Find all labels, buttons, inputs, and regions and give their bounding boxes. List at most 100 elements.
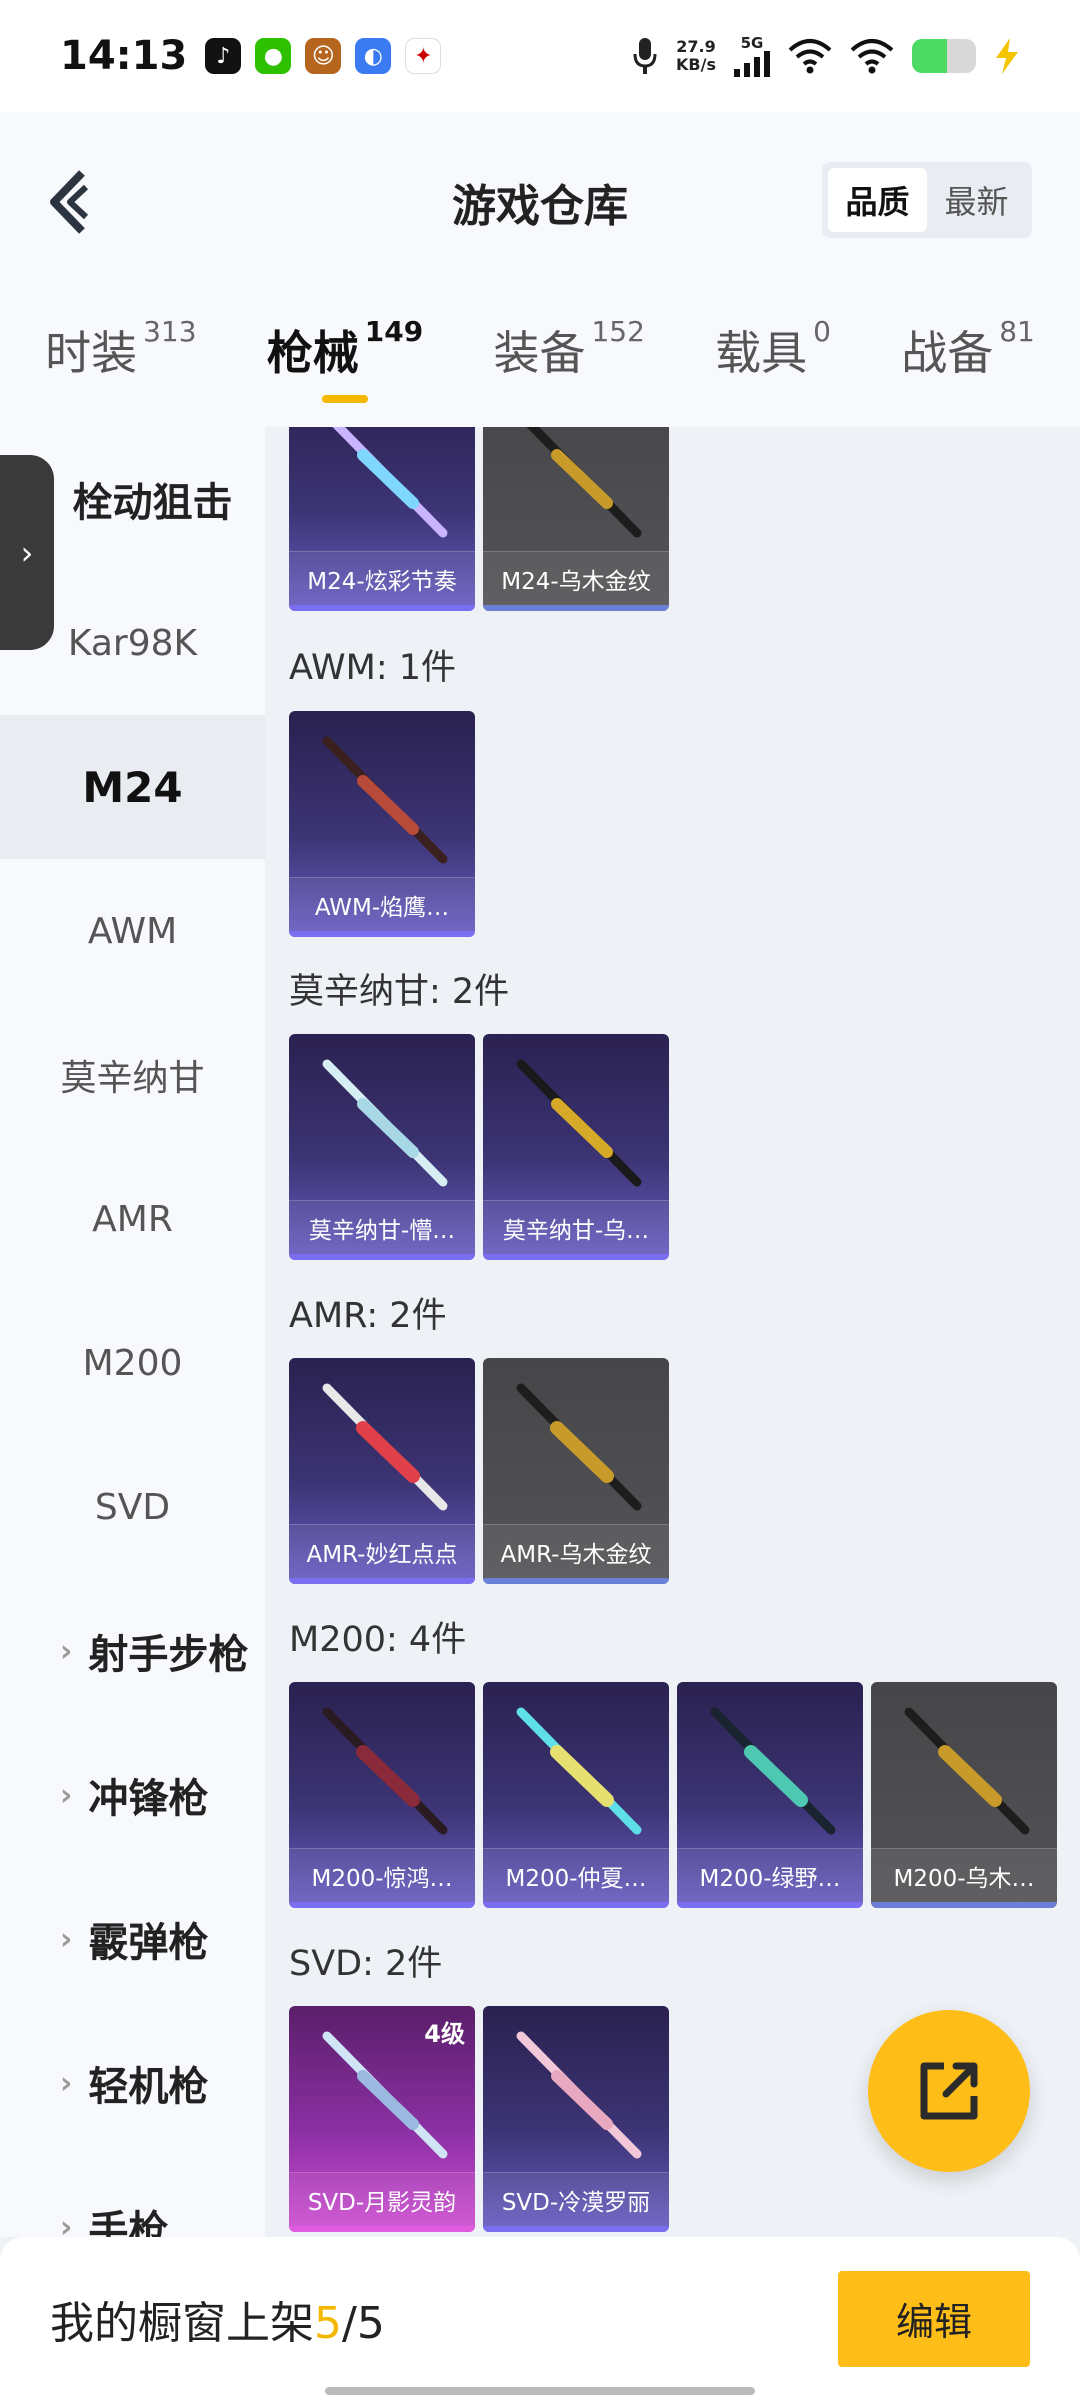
weapon-name: 莫辛纳甘-懵… [289,1200,475,1254]
quality-bar [483,2226,669,2232]
chevron-right-icon: › [60,1921,73,1957]
sidebar-item-mosin[interactable]: 莫辛纳甘 [0,1003,265,1147]
rifle-image [516,1059,642,1187]
sidebar-item-m24[interactable]: M24 [0,715,265,859]
sidebar-item-amr[interactable]: AMR [0,1147,265,1291]
sidebar-item-m200[interactable]: M200 [0,1291,265,1435]
sidebar-item-label: 霰弹枪 [88,1920,209,1966]
weapon-card[interactable]: M24-炫彩节奏 [289,427,475,611]
weapon-name: AMR-妙红点点 [289,1524,475,1578]
sidebar-group-dmr[interactable]: › 射手步枪 [0,1579,265,1723]
sort-newest-option[interactable]: 最新 [927,168,1026,232]
rifle-image [516,1383,642,1511]
net-speed-unit: KB/s [676,55,716,74]
sidebar-group-shotgun[interactable]: › 霰弹枪 [0,1867,265,2011]
sidebar-group-lmg[interactable]: › 轻机枪 [0,2011,265,2155]
weapon-type-sidebar: 栓动狙击 Kar98K M24 AWM 莫辛纳甘 AMR M200 SVD › 射… [0,427,265,2237]
wechat-icon: ● [255,38,292,74]
quality-bar [677,1902,863,1908]
section-title-svd: SVD: 2件 [289,1944,443,1984]
level-badge: 4级 [424,2020,465,2048]
mic-icon [633,38,657,74]
sidebar-group-smg[interactable]: › 冲锋枪 [0,1723,265,1867]
notification-icons: ♪ ● ☺ ◐ ✦ [205,38,442,74]
quality-bar [871,1902,1057,1908]
share-button[interactable] [868,2010,1030,2172]
showcase-current: 5 [314,2297,342,2349]
weapon-name: SVD-冷漠罗丽 [483,2172,669,2226]
game-logo-icon: ✦ [405,38,442,74]
edit-button[interactable]: 编辑 [838,2270,1030,2367]
quality-bar [289,931,475,937]
sidebar-item-label: SVD [94,1486,171,1528]
weapon-card[interactable]: M200-仲夏… [483,1682,669,1908]
cellular-indicator: 5G [734,33,770,77]
weapon-card[interactable]: 莫辛纳甘-懵… [289,1034,475,1260]
weapon-card[interactable]: AMR-妙红点点 [289,1358,475,1584]
weapon-name: M24-炫彩节奏 [289,551,475,605]
status-time: 14:13 [60,33,188,79]
weapon-grid: M24-炫彩节奏 M24-乌木金纹 AWM: 1件 AWM-焰鹰… 莫辛纳甘: … [265,427,1080,2237]
game-avatar-icon: ☺ [305,38,342,74]
showcase-label: 我的橱窗上架 [50,2297,314,2349]
weapon-name: M24-乌木金纹 [483,551,669,605]
sidebar-group-pistol[interactable]: › 手枪 [0,2155,265,2237]
tab-count: 149 [364,314,424,348]
quality-bar [289,1254,475,1260]
weapon-name: AMR-乌木金纹 [483,1524,669,1578]
browser-icon: ◐ [355,38,392,74]
sort-quality-option[interactable]: 品质 [828,168,927,232]
weapon-card[interactable]: M200-绿野… [677,1682,863,1908]
showcase-count: 我的橱窗上架5/5 [50,2287,385,2351]
battery-icon [912,39,976,73]
weapon-card[interactable]: 4级 SVD-月影灵韵 [289,2006,475,2232]
chevron-right-icon: › [60,2065,73,2101]
charging-icon [996,38,1018,74]
section-title-mosin: 莫辛纳甘: 2件 [289,972,510,1012]
sidebar-item-label: 冲锋枪 [88,1776,209,1822]
sidebar-item-label: 轻机枪 [88,2064,209,2110]
tab-label: 枪械 [266,325,359,380]
tab-equipment[interactable]: 装备 152 [493,315,644,403]
sidebar-item-label: 射手步枪 [88,1632,249,1678]
quality-bar [483,1578,669,1584]
sidebar-item-awm[interactable]: AWM [0,859,265,1003]
weapon-card[interactable]: 莫辛纳甘-乌… [483,1034,669,1260]
showcase-total: 5 [356,2297,385,2349]
sidebar-item-label: AMR [92,1198,173,1240]
network-type: 5G [740,33,764,52]
rifle-image [322,1059,448,1187]
sidebar-item-svd[interactable]: SVD [0,1435,265,1579]
tab-count: 0 [813,314,831,348]
weapon-card[interactable]: AWM-焰鹰… [289,711,475,937]
rifle-image [322,736,448,864]
sidebar-item-label: 手枪 [88,2208,169,2237]
section-title-awm: AWM: 1件 [289,648,457,688]
section-title-m200: M200: 4件 [289,1620,467,1660]
home-indicator[interactable] [325,2387,755,2395]
battery-fill [912,39,948,73]
tab-label: 战备 [901,325,994,380]
weapon-card[interactable]: AMR-乌木金纹 [483,1358,669,1584]
tab-fashion[interactable]: 时装 313 [45,315,196,403]
tab-vehicles[interactable]: 载具 0 [715,314,831,403]
quality-bar [289,605,475,611]
sort-toggle: 品质 最新 [822,162,1032,238]
tab-supplies[interactable]: 战备 81 [901,315,1035,403]
weapon-name: M200-惊鸿… [289,1848,475,1902]
sidebar-item-label: 栓动狙击 [72,480,233,526]
weapon-card[interactable]: M24-乌木金纹 [483,427,669,611]
tab-weapons[interactable]: 枪械 149 [266,314,424,403]
weapon-card[interactable]: M200-惊鸿… [289,1682,475,1908]
tab-label: 载具 [715,325,808,380]
sidebar-expand-handle[interactable]: › [0,455,54,650]
quality-bar [483,1902,669,1908]
sidebar-item-label: AWM [87,910,178,952]
rifle-image [710,1707,836,1835]
weapon-card[interactable]: SVD-冷漠罗丽 [483,2006,669,2232]
rifle-image [322,1383,448,1511]
weapon-name: M200-仲夏… [483,1848,669,1902]
weapon-card[interactable]: M200-乌木… [871,1682,1057,1908]
quality-bar [289,1902,475,1908]
tab-label: 时装 [45,325,138,380]
